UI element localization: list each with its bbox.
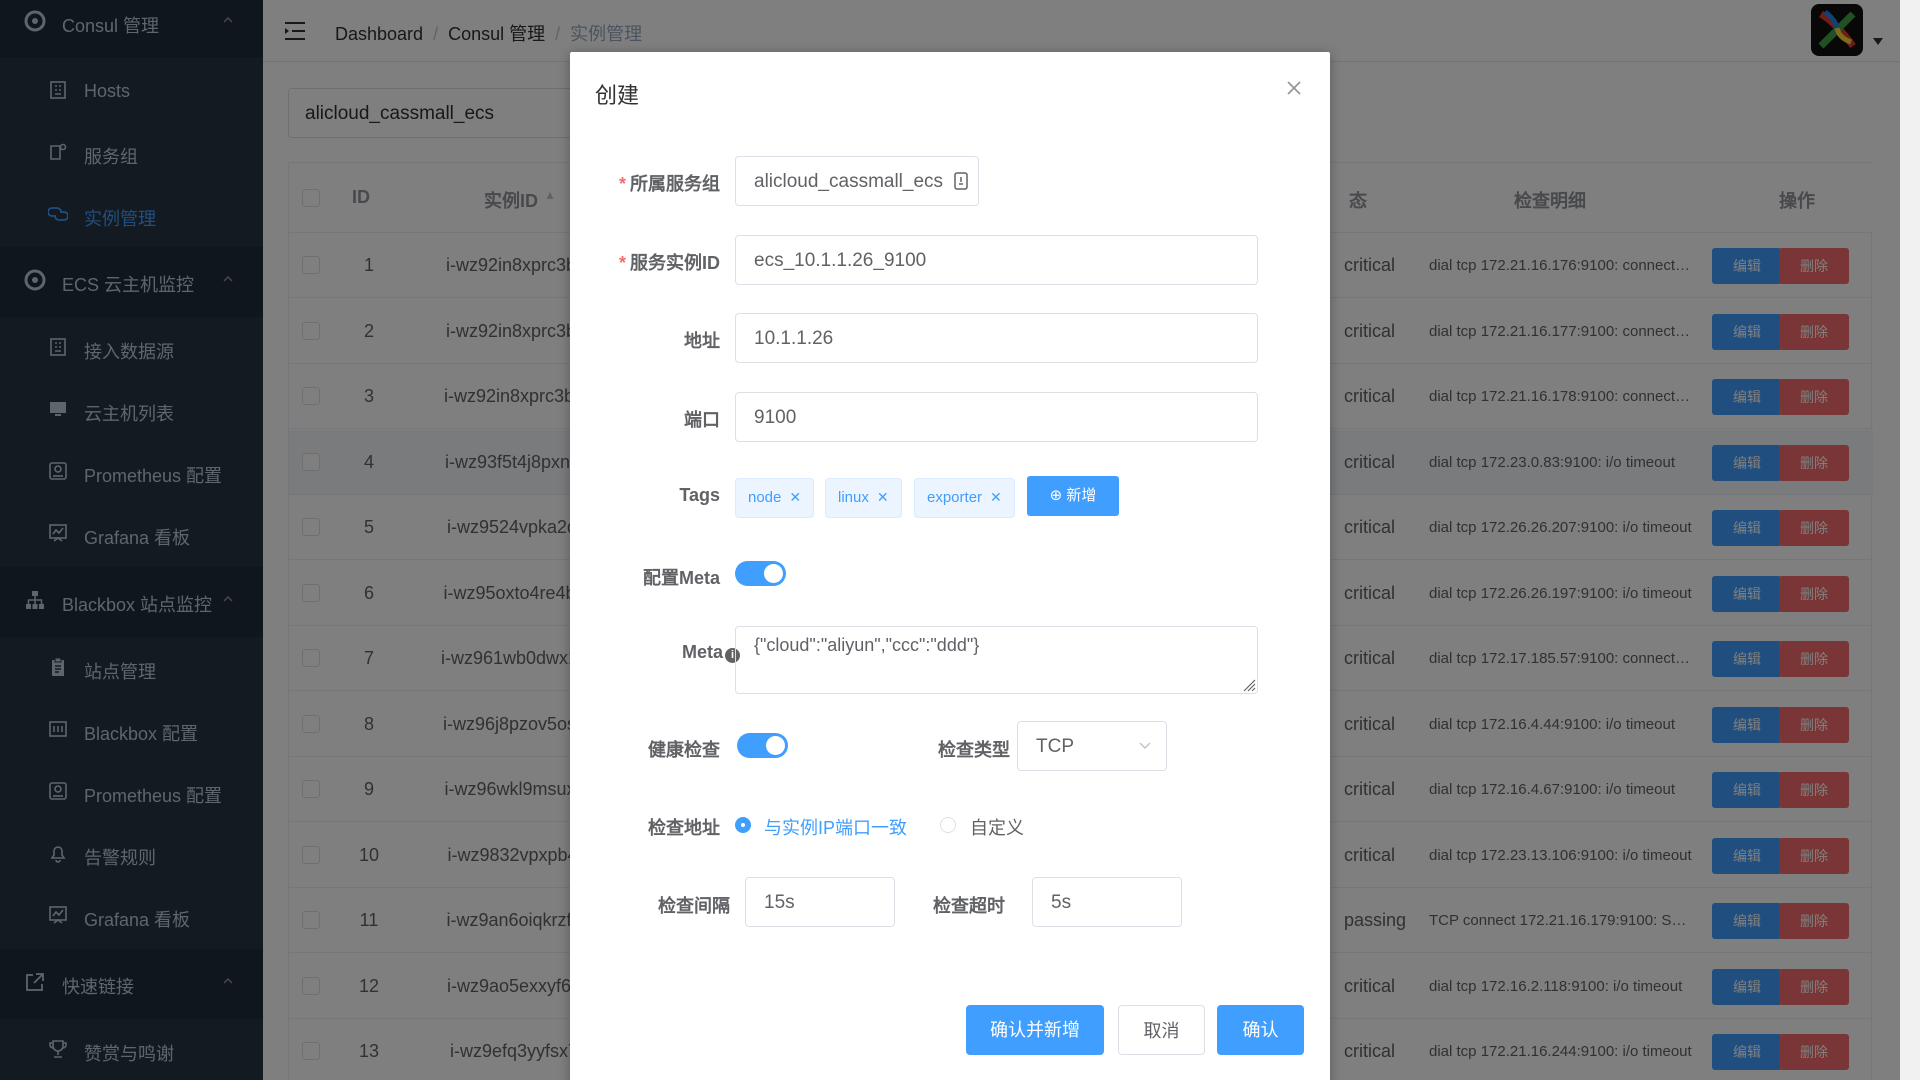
check-timeout-input[interactable]: 5s bbox=[1032, 877, 1182, 927]
tag-exporter: exporter ✕ bbox=[914, 478, 1015, 518]
tag-linux: linux ✕ bbox=[825, 478, 902, 518]
tag-close-icon[interactable]: ✕ bbox=[990, 489, 1002, 505]
service-group-input[interactable]: alicloud_cassmall_ecs bbox=[735, 156, 979, 206]
radio-label-same[interactable]: 与实例IP端口一致 bbox=[764, 814, 907, 840]
port-label: 端口 bbox=[684, 410, 720, 430]
instance-id-input[interactable]: ecs_10.1.1.26_9100 bbox=[735, 235, 1258, 285]
page-scrollbar[interactable] bbox=[1900, 0, 1920, 1080]
resize-handle-icon[interactable] bbox=[1242, 678, 1256, 692]
address-label: 地址 bbox=[684, 331, 720, 351]
check-type-label: 检查类型 bbox=[938, 740, 1010, 760]
check-interval-input[interactable]: 15s bbox=[745, 877, 895, 927]
tag-close-icon[interactable]: ✕ bbox=[789, 489, 801, 505]
check-timeout-label: 检查超时 bbox=[933, 896, 1005, 916]
address-input[interactable]: 10.1.1.26 bbox=[735, 313, 1258, 363]
tag-close-icon[interactable]: ✕ bbox=[877, 489, 889, 505]
close-icon[interactable] bbox=[1286, 80, 1302, 96]
meta-textarea[interactable]: {"cloud":"aliyun","ccc":"ddd"} bbox=[735, 626, 1258, 694]
tag-node: node ✕ bbox=[735, 478, 815, 518]
cancel-button[interactable]: 取消 bbox=[1118, 1005, 1205, 1055]
add-tag-button[interactable]: ⊕ 新增 bbox=[1027, 476, 1119, 516]
check-address-label: 检查地址 bbox=[648, 818, 720, 838]
tags-label: Tags bbox=[679, 485, 720, 505]
instance-id-label: * 服务实例ID bbox=[618, 253, 720, 273]
document-icon bbox=[954, 172, 968, 190]
plus-circle-icon: ⊕ bbox=[1049, 487, 1067, 504]
health-check-switch[interactable] bbox=[737, 733, 788, 758]
create-dialog: 创建 * 所属服务组 alicloud_cassmall_ecs * 服务实例ID … bbox=[570, 52, 1330, 1080]
confirm-button[interactable]: 确认 bbox=[1217, 1005, 1304, 1055]
radio-same-as-instance[interactable] bbox=[735, 817, 751, 833]
radio-label-custom[interactable]: 自定义 bbox=[970, 814, 1024, 840]
health-check-label: 健康检查 bbox=[648, 740, 720, 760]
service-group-label: * 所属服务组 bbox=[618, 174, 720, 194]
chevron-down-icon bbox=[1139, 742, 1151, 750]
config-meta-label: 配置Meta bbox=[642, 568, 720, 588]
radio-custom[interactable] bbox=[940, 817, 956, 833]
port-input[interactable]: 9100 bbox=[735, 392, 1258, 442]
meta-label: Meta i bbox=[610, 642, 740, 663]
dialog-title: 创建 bbox=[595, 83, 640, 108]
check-interval-label: 检查间隔 bbox=[658, 896, 730, 916]
config-meta-switch[interactable] bbox=[735, 561, 786, 586]
confirm-and-add-button[interactable]: 确认并新增 bbox=[966, 1005, 1104, 1055]
